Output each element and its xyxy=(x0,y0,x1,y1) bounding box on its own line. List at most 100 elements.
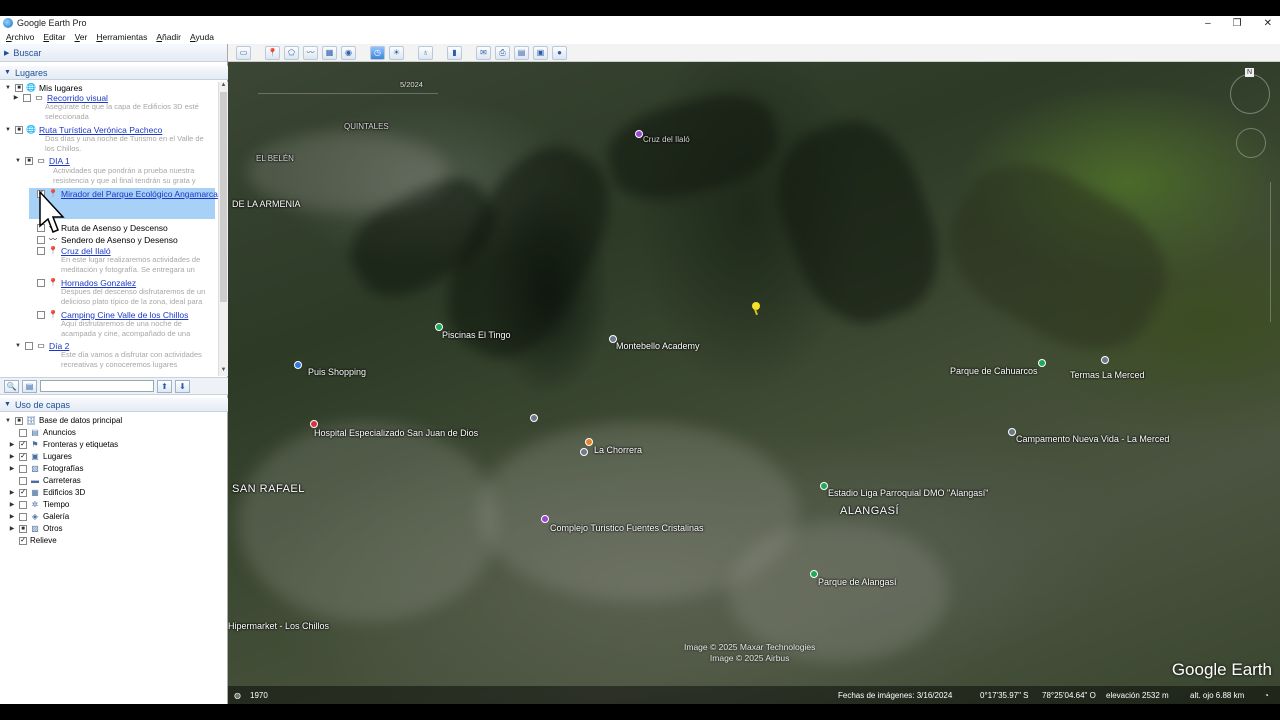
places-item-label[interactable]: Cruz del Ilaló xyxy=(61,246,111,256)
expand-open-icon[interactable]: ▼ xyxy=(4,85,12,91)
map-place-label[interactable]: ALANGASÍ xyxy=(840,505,899,517)
maximize-button[interactable]: ❐ xyxy=(1233,18,1242,29)
map-place-label[interactable]: Campamento Nueva Vida - La Merced xyxy=(1016,434,1169,444)
image-overlay-icon[interactable]: ▦ xyxy=(322,45,337,60)
layer-item[interactable]: ▶ ■ ▨ Otros xyxy=(4,523,63,534)
scroll-down-icon[interactable]: ▼ xyxy=(219,367,228,376)
sidebar-toggle-icon[interactable]: ▭ xyxy=(236,45,251,60)
termas-pin[interactable] xyxy=(1101,356,1109,364)
search-panel-header[interactable]: ▶ Buscar xyxy=(0,44,227,62)
visibility-checkbox[interactable] xyxy=(25,341,33,350)
map-place-label[interactable]: Puis Shopping xyxy=(308,367,366,377)
places-item-label[interactable]: Mis lugares xyxy=(39,83,82,93)
layer-checkbox[interactable]: ✓ xyxy=(19,536,27,545)
layer-checkbox[interactable] xyxy=(19,428,27,437)
expand-open-icon[interactable]: ▼ xyxy=(4,418,12,424)
la-chorrera-pin-2[interactable] xyxy=(580,448,588,456)
look-joystick[interactable] xyxy=(1230,74,1270,114)
places-item-label[interactable]: Sendero de Asenso y Desenso xyxy=(61,235,178,245)
map-place-label[interactable]: Termas La Merced xyxy=(1070,370,1145,380)
places-item-label[interactable]: Ruta de Asenso y Descenso xyxy=(61,223,168,233)
hospital-pin[interactable] xyxy=(310,420,318,428)
path-icon[interactable]: 〰 xyxy=(303,45,318,60)
navigation-controls[interactable]: N xyxy=(1228,68,1272,178)
map-place-label[interactable]: EL BELÉN xyxy=(256,154,294,163)
scroll-thumb[interactable] xyxy=(220,92,227,302)
layer-item[interactable]: ▶ ◈ Galería xyxy=(4,511,70,522)
layer-checkbox[interactable]: ✓ xyxy=(19,488,27,497)
scroll-up-icon[interactable]: ▲ xyxy=(219,82,228,91)
places-item-label[interactable]: Día 2 xyxy=(49,341,69,351)
layers-panel-header[interactable]: ▼ Uso de capas xyxy=(0,398,228,412)
expand-closed-icon[interactable]: ▶ xyxy=(8,465,16,472)
layer-item[interactable]: ✓ Relieve xyxy=(4,535,57,546)
layer-item[interactable]: ▶ ✲ Tiempo xyxy=(4,499,70,510)
map-place-label[interactable]: Hospital Especializado San Juan de Dios xyxy=(314,428,478,438)
expand-closed-icon[interactable]: ▶ xyxy=(8,489,16,496)
visibility-checkbox[interactable] xyxy=(37,310,45,319)
earth-view-icon[interactable]: ● xyxy=(552,45,567,60)
map-place-label[interactable]: Parque de Alangasí xyxy=(818,577,897,587)
layer-checkbox[interactable] xyxy=(19,464,27,473)
expand-closed-icon[interactable]: ▶ xyxy=(12,94,20,101)
move-up-icon[interactable]: ⬆ xyxy=(157,379,172,393)
campamento-pin[interactable] xyxy=(1008,428,1016,436)
ruler-icon[interactable]: ▮ xyxy=(447,45,462,60)
expand-closed-icon[interactable]: ▶ xyxy=(8,513,16,520)
layer-item[interactable]: ▬ Carreteras xyxy=(4,475,81,486)
complejo-turistico-pin[interactable] xyxy=(541,515,549,523)
layer-checkbox[interactable]: ■ xyxy=(19,524,27,533)
save-image-icon[interactable]: ▤ xyxy=(514,45,529,60)
layer-item[interactable]: ▼ ■ 🗄 Base de datos principal xyxy=(4,415,122,426)
map-place-label[interactable]: DE LA ARMENIA xyxy=(232,199,301,209)
menu-ver[interactable]: Ver xyxy=(75,32,88,42)
expand-closed-icon[interactable]: ▶ xyxy=(8,453,16,460)
search-places-icon[interactable]: 🔍 xyxy=(4,379,19,393)
la-chorrera-pin[interactable] xyxy=(585,438,593,446)
places-scrollbar[interactable]: ▲ ▼ xyxy=(218,82,228,376)
maps-view-icon[interactable]: ▣ xyxy=(533,45,548,60)
expand-open-icon[interactable]: ▼ xyxy=(14,343,22,349)
layer-checkbox[interactable] xyxy=(19,512,27,521)
expand-closed-icon[interactable]: ▶ xyxy=(8,525,16,532)
places-item-label[interactable]: Recorrido visual xyxy=(47,93,108,103)
menu-editar[interactable]: Editar xyxy=(43,32,65,42)
cruz-ilalo-pin[interactable] xyxy=(635,130,643,138)
polygon-icon[interactable]: ⬠ xyxy=(284,45,299,60)
layer-checkbox[interactable] xyxy=(19,500,27,509)
places-filter-input[interactable] xyxy=(40,380,154,392)
menu-herramientas[interactable]: Herramientas xyxy=(96,32,147,42)
map-place-label[interactable]: Montebello Academy xyxy=(616,341,700,351)
visibility-checkbox[interactable]: ■ xyxy=(15,83,23,92)
shopping-pin[interactable] xyxy=(294,361,302,369)
earth-3d-view[interactable]: 5/2024 QUINTALES EL BELÉN DE LA ARMENIA Cru… xyxy=(228,62,1280,704)
historical-imagery-icon[interactable]: ◷ xyxy=(370,45,385,60)
print-icon[interactable]: ⎙ xyxy=(495,45,510,60)
parque-alangasi-pin[interactable] xyxy=(810,570,818,578)
map-place-label[interactable]: SAN RAFAEL xyxy=(232,483,305,495)
map-place-label[interactable]: Complejo Turistico Fuentes Cristalinas xyxy=(550,523,704,533)
layer-item[interactable]: ▶ ▧ Fotografías xyxy=(4,463,84,474)
places-item-label[interactable]: Ruta Turística Verónica Pacheco xyxy=(39,125,162,135)
menu-anadir[interactable]: Añadir xyxy=(156,32,181,42)
visibility-checkbox[interactable] xyxy=(37,278,45,287)
map-place-label[interactable]: Cruz del Ilaló xyxy=(643,135,690,144)
layer-checkbox[interactable]: ■ xyxy=(15,416,23,425)
expand-open-icon[interactable]: ▼ xyxy=(4,127,12,133)
parque-cahuarcos-pin[interactable] xyxy=(1038,359,1046,367)
layer-item[interactable]: ▶ ✓ ▦ Edificios 3D xyxy=(4,487,86,498)
move-joystick[interactable] xyxy=(1236,128,1266,158)
move-down-icon[interactable]: ⬇ xyxy=(175,379,190,393)
expand-open-icon[interactable]: ▼ xyxy=(14,158,22,164)
places-panel-header[interactable]: ▼ Lugares xyxy=(0,66,228,80)
layer-checkbox[interactable] xyxy=(19,476,27,485)
layer-checkbox[interactable]: ✓ xyxy=(19,440,27,449)
layer-item[interactable]: ▤ Anuncios xyxy=(4,427,76,438)
places-item-label[interactable]: Hornados Gonzalez xyxy=(61,278,136,288)
planets-icon[interactable]: ♁ xyxy=(418,45,433,60)
map-place-label[interactable]: Parque de Cahuarcos xyxy=(950,366,1038,376)
places-item-label[interactable]: Mirador del Parque Ecológico Angamarca xyxy=(61,189,218,199)
map-place-label[interactable]: La Chorrera xyxy=(594,445,642,455)
places-item-label[interactable]: Camping Cine Valle de los Chillos xyxy=(61,310,188,320)
estadio-pin[interactable] xyxy=(820,482,828,490)
